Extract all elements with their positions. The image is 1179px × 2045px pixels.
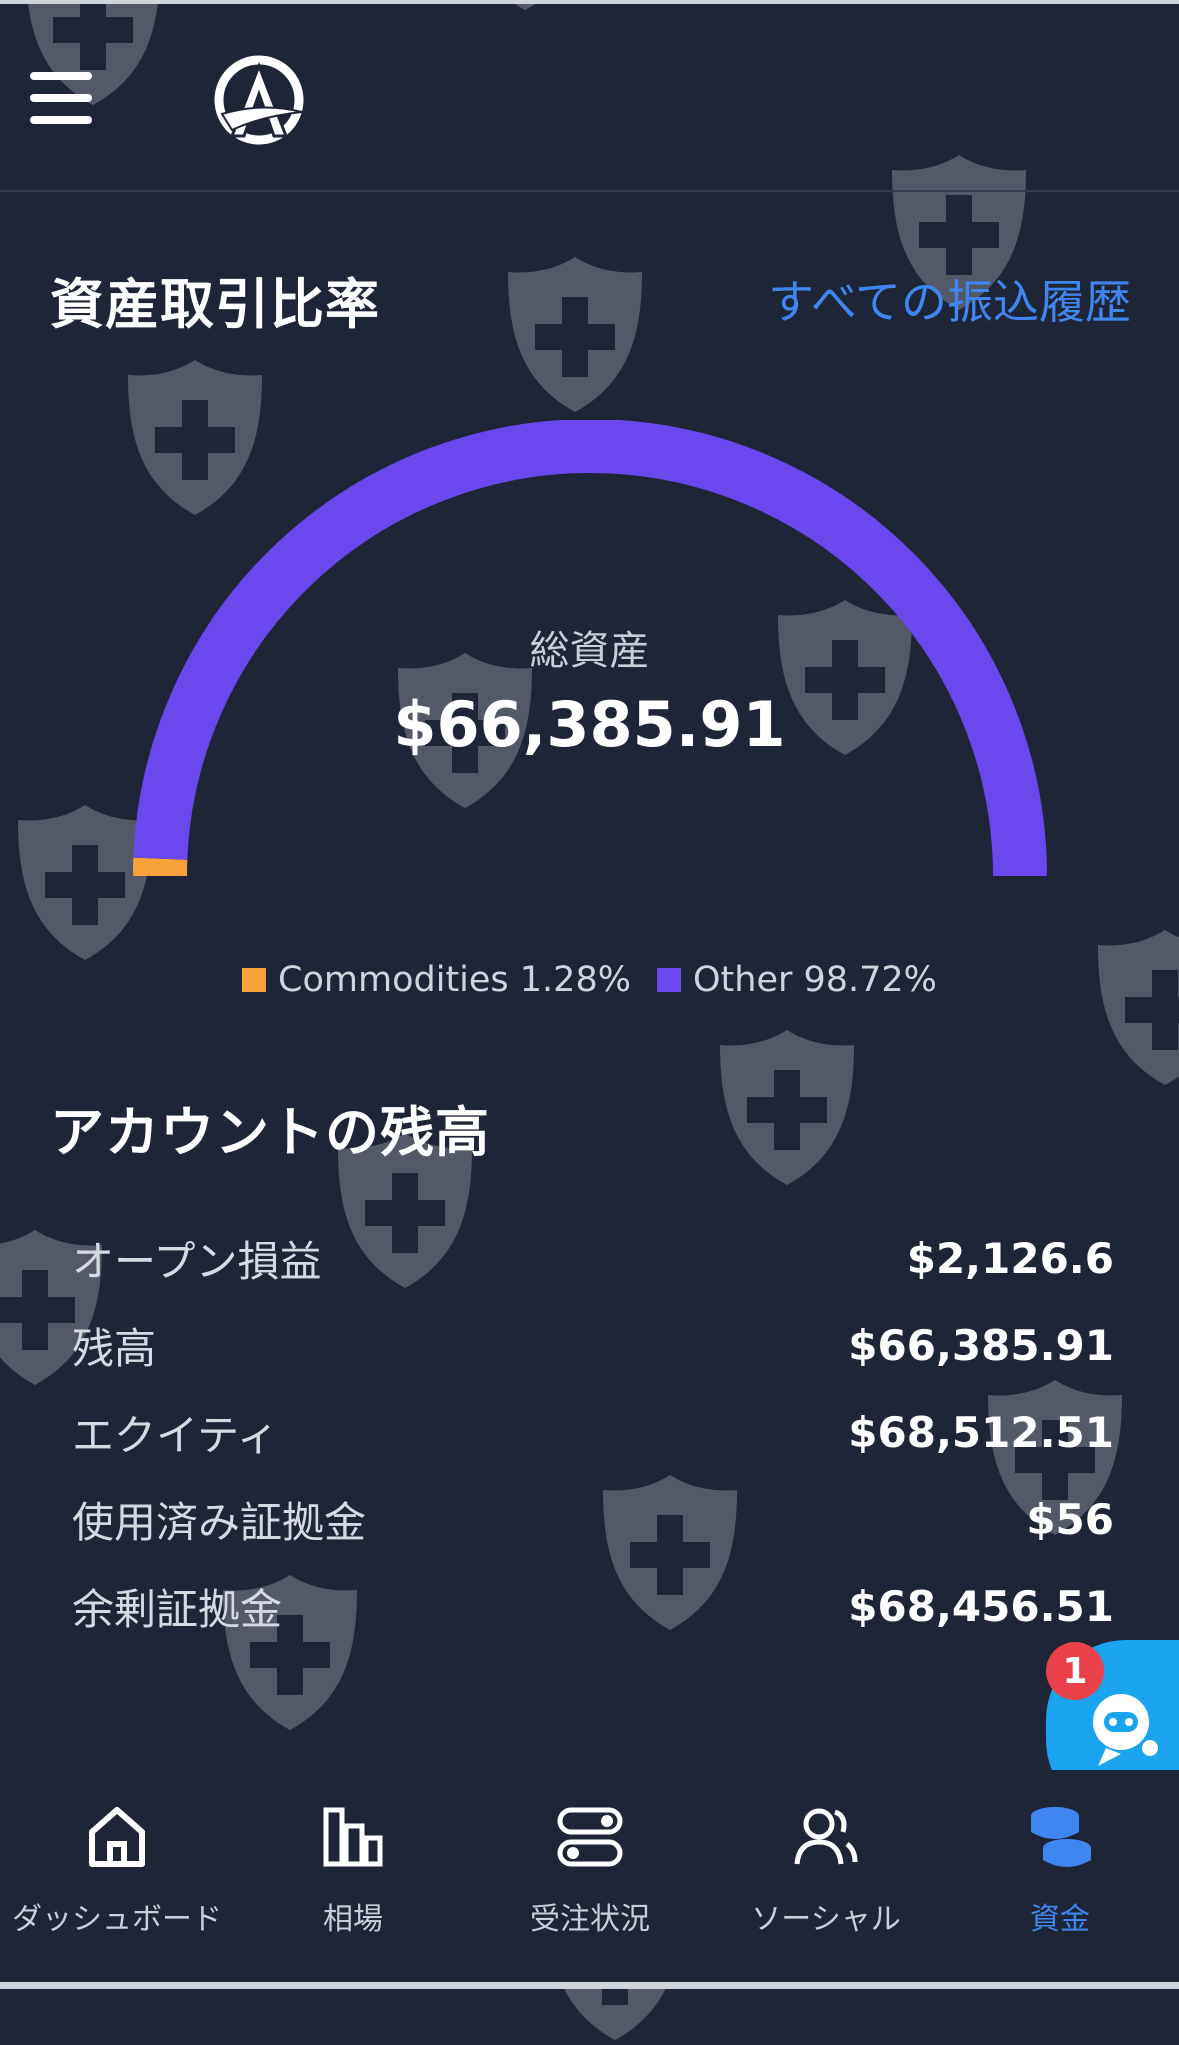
balance-label: エクイティ — [72, 1402, 279, 1463]
coins-icon — [1025, 1802, 1095, 1872]
home-icon — [82, 1802, 152, 1872]
balance-label: 残高 — [72, 1315, 156, 1376]
balance-value: $66,385.91 — [848, 1321, 1114, 1370]
nav-item-dashboard[interactable]: ダッシュボード — [7, 1770, 227, 1970]
hamburger-icon[interactable] — [30, 72, 92, 124]
balance-value: $2,126.6 — [907, 1234, 1114, 1283]
balances-title: アカウントの残高 — [50, 1088, 490, 1167]
users-icon — [791, 1802, 861, 1872]
watermark-shield-icon — [500, 252, 650, 417]
legend-swatch-other — [657, 968, 681, 992]
notification-badge: 1 — [1046, 1642, 1104, 1700]
legend-item-other: Other 98.72% — [657, 960, 937, 1000]
balance-label: 余剰証拠金 — [72, 1576, 282, 1637]
nav-label: 受注状況 — [480, 1894, 700, 1938]
nav-label: 相場 — [243, 1894, 463, 1938]
total-assets-label: 総資産 — [0, 618, 1179, 676]
legend-label-commodities: Commodities 1.28% — [278, 960, 631, 1000]
bar-chart-icon — [318, 1802, 388, 1872]
nav-item-funds[interactable]: 資金 — [950, 1770, 1170, 1970]
toggles-icon — [555, 1802, 625, 1872]
legend-item-commodities: Commodities 1.28% — [242, 960, 631, 1000]
app-header — [0, 4, 1179, 192]
balance-value: $56 — [1026, 1495, 1114, 1544]
bottom-border — [0, 1982, 1179, 1989]
nav-label: ダッシュボード — [7, 1894, 227, 1938]
app-logo[interactable] — [212, 54, 307, 146]
legend-swatch-commodities — [242, 968, 266, 992]
watermark-shield-icon — [712, 1025, 862, 1190]
balance-label: 使用済み証拠金 — [72, 1489, 366, 1550]
nav-label: ソーシャル — [716, 1894, 936, 1938]
balance-label: オープン損益 — [72, 1228, 321, 1289]
balance-row-open-pl: オープン損益 $2,126.6 — [72, 1215, 1114, 1302]
legend-label-other: Other 98.72% — [693, 960, 937, 1000]
balance-row-equity: エクイティ $68,512.51 — [72, 1389, 1114, 1476]
allocation-title: 資産取引比率 — [50, 260, 380, 339]
balance-value: $68,512.51 — [848, 1408, 1114, 1457]
nav-item-orders[interactable]: 受注状況 — [480, 1770, 700, 1970]
balances-list: オープン損益 $2,126.6 残高 $66,385.91 エクイティ $68,… — [72, 1215, 1114, 1650]
transfer-history-link[interactable]: すべての振込履歴 — [768, 266, 1131, 332]
nav-label: 資金 — [950, 1894, 1170, 1938]
balance-value: $68,456.51 — [848, 1582, 1114, 1631]
nav-item-market[interactable]: 相場 — [243, 1770, 463, 1970]
nav-item-social[interactable]: ソーシャル — [716, 1770, 936, 1970]
balance-row-free-margin: 余剰証拠金 $68,456.51 — [72, 1563, 1114, 1650]
balance-row-used-margin: 使用済み証拠金 $56 — [72, 1476, 1114, 1563]
bottom-nav: ダッシュボード 相場 受注状況 ソーシャル — [0, 1770, 1179, 1982]
balance-row-balance: 残高 $66,385.91 — [72, 1302, 1114, 1389]
watermark-shield-icon — [1090, 925, 1179, 1090]
chart-legend: Commodities 1.28% Other 98.72% — [0, 960, 1179, 1000]
total-assets-value: $66,385.91 — [0, 688, 1179, 761]
